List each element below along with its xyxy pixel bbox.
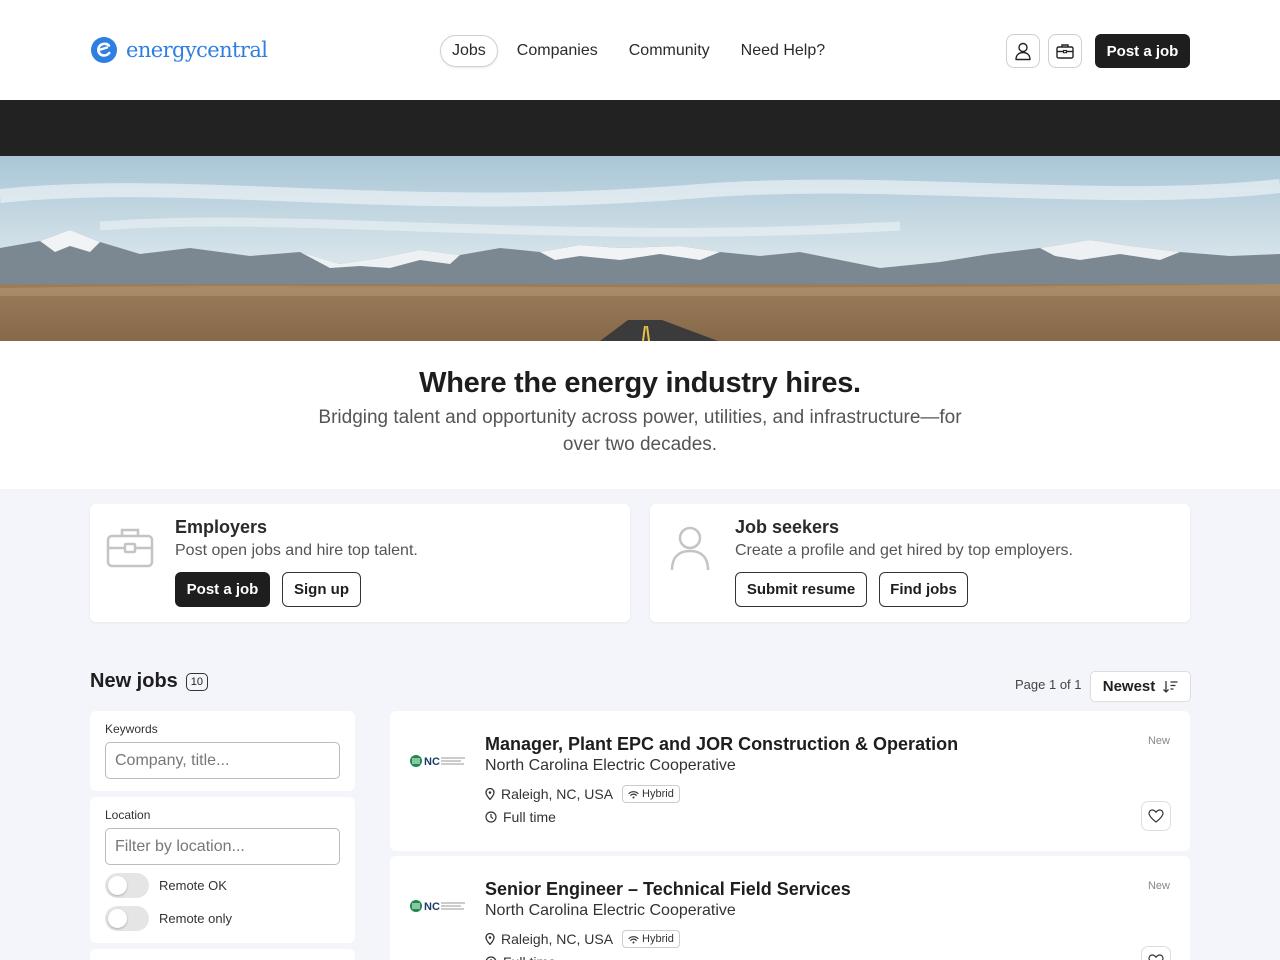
job-location-text: Raleigh, NC, USA (501, 931, 614, 947)
briefcase-icon (1056, 44, 1074, 59)
brand-name: energycentral (126, 38, 268, 62)
clock-icon (485, 811, 497, 823)
remote-ok-row: Remote OK (105, 873, 227, 898)
location-pin-icon (485, 788, 495, 800)
employers-card: Employers Post open jobs and hire top ta… (90, 504, 630, 622)
user-icon (1015, 42, 1031, 61)
location-pin-icon (485, 933, 495, 945)
site-header: energycentral Jobs Companies Community N… (0, 0, 1280, 100)
remote-only-label: Remote only (159, 911, 232, 926)
employers-description: Post open jobs and hire top talent. (175, 542, 418, 559)
wifi-icon (628, 790, 639, 798)
sort-button[interactable]: Newest (1090, 671, 1191, 702)
wifi-icon (628, 935, 639, 943)
location-input[interactable] (105, 828, 340, 865)
employers-post-job-button[interactable]: Post a job (175, 572, 270, 607)
job-employment-type: Full time (485, 954, 556, 960)
dark-band (0, 100, 1280, 156)
briefcase-icon (106, 528, 154, 568)
content-area: Employers Post open jobs and hire top ta… (0, 489, 1280, 960)
find-jobs-button[interactable]: Find jobs (879, 572, 968, 607)
job-title[interactable]: Senior Engineer – Technical Field Servic… (485, 879, 851, 900)
heart-icon (1148, 809, 1164, 823)
location-label: Location (105, 808, 151, 822)
employers-sign-up-button[interactable]: Sign up (282, 572, 361, 607)
job-location: Raleigh, NC, USA Hybrid (485, 930, 680, 948)
company-logo: NC (409, 899, 467, 913)
job-seekers-description: Create a profile and get hired by top em… (735, 542, 1073, 559)
sort-label: Newest (1102, 678, 1156, 695)
account-button[interactable] (1006, 34, 1040, 68)
keywords-input[interactable] (105, 742, 340, 779)
my-jobs-button[interactable] (1048, 34, 1082, 68)
employment-type-text: Full time (503, 809, 556, 825)
hero-image (0, 156, 1280, 341)
page-indicator: Page 1 of 1 (1015, 677, 1082, 692)
nav-companies[interactable]: Companies (505, 35, 610, 67)
main-nav: Jobs Companies Community Need Help? (440, 35, 844, 67)
job-card[interactable]: NC Manager, Plant EPC and JOR Constructi… (390, 711, 1190, 851)
employers-title: Employers (175, 517, 268, 537)
company-logo-text: NC (424, 901, 440, 913)
location-filter: Location Remote OK Remote only (90, 797, 355, 943)
remote-ok-toggle[interactable] (105, 873, 149, 898)
clock-icon (485, 956, 497, 960)
user-icon (670, 526, 710, 571)
post-job-button[interactable]: Post a job (1095, 34, 1190, 68)
job-seekers-title: Job seekers (735, 517, 840, 537)
work-mode-badge: Hybrid (622, 930, 680, 948)
nav-jobs[interactable]: Jobs (440, 35, 498, 67)
new-jobs-title: New jobs (90, 670, 178, 692)
job-title[interactable]: Manager, Plant EPC and JOR Construction … (485, 734, 958, 755)
new-jobs-heading: New jobs 10 (90, 670, 209, 693)
work-mode-text: Hybrid (642, 788, 674, 800)
nav-need-help[interactable]: Need Help? (729, 35, 838, 67)
job-card[interactable]: NC Senior Engineer – Technical Field Ser… (390, 856, 1190, 960)
sort-descending-icon (1163, 681, 1178, 693)
keywords-filter: Keywords (90, 711, 355, 791)
remote-ok-label: Remote OK (159, 878, 227, 893)
heart-icon (1148, 954, 1164, 960)
brand-logo[interactable]: energycentral (90, 36, 268, 64)
new-tag: New (1147, 880, 1170, 892)
submit-resume-button[interactable]: Submit resume (735, 572, 867, 607)
energycentral-logo-icon (91, 37, 117, 63)
employment-type-text: Full time (503, 954, 556, 960)
remote-only-row: Remote only (105, 906, 232, 931)
hero-subtitle: Bridging talent and opportunity across p… (318, 407, 962, 455)
hero-title: Where the energy industry hires. (419, 367, 861, 399)
save-job-button[interactable] (1141, 946, 1171, 960)
job-location-text: Raleigh, NC, USA (501, 786, 614, 802)
remote-only-toggle[interactable] (105, 906, 149, 931)
job-company: North Carolina Electric Cooperative (485, 757, 736, 774)
keywords-label: Keywords (105, 722, 158, 736)
work-mode-text: Hybrid (642, 933, 674, 945)
company-logo-text: NC (424, 756, 440, 768)
job-count-badge: 10 (185, 672, 209, 691)
job-employment-type: Full time (485, 809, 556, 825)
nav-community[interactable]: Community (617, 35, 722, 67)
work-mode-badge: Hybrid (622, 785, 680, 803)
company-logo: NC (409, 754, 467, 768)
intro-section: Where the energy industry hires. Bridgin… (0, 341, 1280, 489)
job-location: Raleigh, NC, USA Hybrid (485, 785, 680, 803)
save-job-button[interactable] (1141, 801, 1171, 831)
more-filters (90, 949, 355, 960)
job-company: North Carolina Electric Cooperative (485, 902, 736, 919)
new-tag: New (1147, 735, 1170, 747)
job-seekers-card: Job seekers Create a profile and get hir… (650, 504, 1190, 622)
